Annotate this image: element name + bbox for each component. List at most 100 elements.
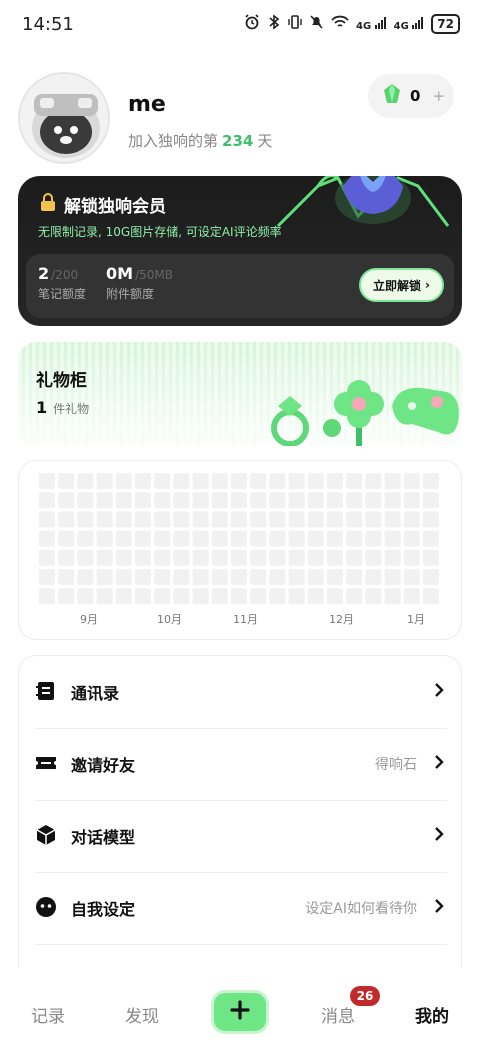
heatmap-cell [307,588,324,605]
gem-plus: + [432,87,446,105]
heatmap-cell [346,588,363,605]
heatmap-cell [115,492,132,509]
contacts-icon [35,680,57,702]
battery-icon: 72 [431,14,460,34]
heatmap-cell [39,492,55,509]
heatmap-cell [384,492,401,509]
heatmap-cell [231,588,247,605]
plus-icon [230,1000,250,1024]
heatmap-cell [384,473,401,489]
heatmap-cell [58,492,75,509]
heatmap-cell [39,530,55,547]
heatmap-cell [211,549,228,566]
nav-discover[interactable]: 发现 [112,1002,172,1027]
menu-item-self-setting[interactable]: 自我设定 设定AI如何看待你 [19,872,461,944]
heatmap-cell [384,530,401,547]
heatmap-cell [211,473,228,489]
heatmap-month: 11月 [233,613,258,626]
menu-item-model[interactable]: 对话模型 [19,800,461,872]
heatmap-cell [77,569,94,585]
heatmap-cell [231,549,247,566]
vip-card[interactable]: 解锁独响会员 无限制记录, 10G图片存储, 可设定AI评论频率 2/200 笔… [18,176,462,326]
heatmap-cell [250,569,267,585]
gem-count: 0 [410,87,421,105]
create-button[interactable] [211,990,269,1034]
heatmap-cell [192,473,209,489]
heatmap-cell [403,492,420,509]
heatmap-cell [115,511,132,528]
gift-count: 1 件礼物 [36,398,89,417]
heatmap-cell [250,473,267,489]
nav-mine[interactable]: 我的 [402,1002,462,1027]
heatmap-cell [288,473,305,489]
heatmap-cell [327,549,343,566]
gem-balance-button[interactable]: 0 + [368,74,454,118]
heatmap-cell [327,492,343,509]
heatmap-cell [288,569,305,585]
menu-item-invite[interactable]: 邀请好友 得响石 [19,728,461,800]
heatmap-cell [307,530,324,547]
heatmap-cell [231,492,247,509]
gift-cabinet-card[interactable]: 礼物柜 1 件礼物 [18,342,462,446]
heatmap-cell [211,569,228,585]
heatmap-cell [39,473,55,489]
avatar[interactable] [18,72,110,164]
heatmap-grid [39,473,439,605]
settings-menu: 通讯录 邀请好友 得响石 对话模型 自我设定 设定AI如何看待你 [18,655,462,985]
menu-item-contacts[interactable]: 通讯录 [19,656,461,728]
heatmap-cell [365,569,382,585]
activity-heatmap: 9月 10月 11月 12月 1月 [18,460,462,640]
heatmap-cell [365,588,382,605]
notes-used: 2 [38,264,50,283]
mute-icon [309,14,324,34]
heatmap-cell [365,530,382,547]
heatmap-cell [307,511,324,528]
heatmap-cell [39,511,55,528]
network-type-1: 4G [355,20,372,32]
heatmap-cell [250,530,267,547]
heatmap-cell [307,569,324,585]
heatmap-cell [288,588,305,605]
heatmap-cell [135,492,151,509]
heatmap-cell [135,511,151,528]
notes-quota: 2/200 笔记额度 [38,264,86,302]
nav-record[interactable]: 记录 [18,1002,78,1027]
heatmap-cell [307,473,324,489]
heatmap-cell [423,569,439,585]
attach-quota-label: 附件额度 [106,287,155,301]
heatmap-cell [58,511,75,528]
heatmap-cell [423,473,439,489]
menu-item-label: 对话模型 [71,828,136,847]
wifi-icon [331,15,349,33]
heatmap-cell [96,569,113,585]
heatmap-cell [384,511,401,528]
heatmap-cell [423,511,439,528]
joined-days-text: 加入独响的第 234 天 [128,130,272,151]
heatmap-cell [346,511,363,528]
heatmap-cell [173,511,190,528]
chevron-right-icon [433,754,445,770]
heatmap-cell [77,588,94,605]
attach-max: /50MB [135,268,173,282]
heatmap-cell [192,530,209,547]
gem-icon [382,83,402,109]
cube-icon [35,824,57,846]
heatmap-cell [269,511,286,528]
status-time: 14:51 [22,14,74,35]
vip-title-row: 解锁独响会员 [40,192,166,217]
heatmap-cell [154,549,171,566]
unlock-button[interactable]: 立即解锁 › [359,268,444,302]
heatmap-cell [58,473,75,489]
heatmap-cell [58,569,75,585]
heatmap-cell [96,588,113,605]
heatmap-cell [250,511,267,528]
menu-divider [35,944,447,945]
heatmap-cell [403,511,420,528]
heatmap-cell [403,588,420,605]
heatmap-cell [77,511,94,528]
heatmap-cell [154,530,171,547]
heatmap-month: 10月 [157,613,182,626]
heatmap-cell [365,511,382,528]
heatmap-cell [154,511,171,528]
gamepad-icon [392,387,459,435]
